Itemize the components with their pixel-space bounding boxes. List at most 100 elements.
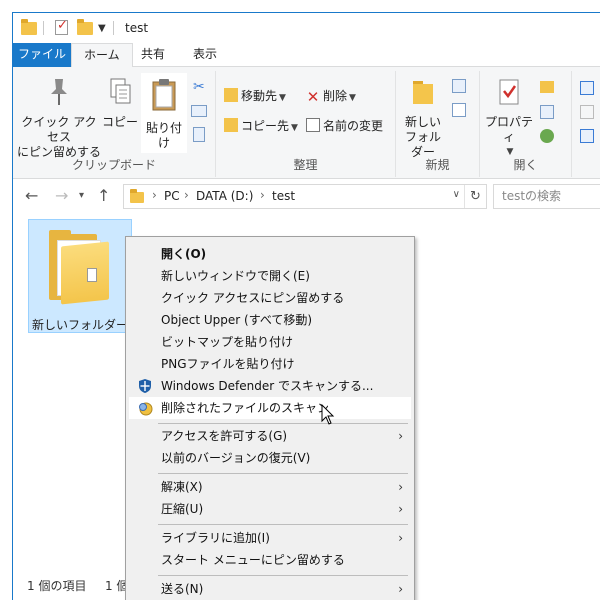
forward-arrow-icon[interactable]: → [55,186,68,205]
menu-item-paste-png[interactable]: PNGファイルを貼り付け [129,353,411,375]
menu-label: 削除されたファイルのスキャン [161,401,330,415]
pin-quick-access-button[interactable]: クイック アクセス にピン留めする [17,77,101,160]
tab-home[interactable]: ホーム [71,43,133,68]
new-folder-button[interactable]: 新しい フォルダー [400,77,446,160]
select-all-icon[interactable] [580,81,594,95]
refresh-icon[interactable]: ↻ [464,185,486,208]
menu-label: スタート メニューにピン留めする [161,553,345,567]
menu-item-defender-scan[interactable]: Windows Defender でスキャンする... [129,375,411,397]
copy-label: コピー [101,115,138,129]
new-folder-icon [413,81,433,104]
rename-button[interactable]: 名前の変更 [306,115,383,137]
menu-item-give-access[interactable]: アクセスを許可する(G) › [129,425,411,447]
address-dropdown-icon[interactable]: ∨ [453,189,460,200]
tab-share[interactable]: 共有 [129,43,177,67]
submenu-arrow-icon: › [398,531,403,545]
breadcrumb-drive[interactable]: DATA (D:) [196,189,253,203]
menu-label: Object Upper (すべて移動) [161,313,313,327]
menu-label: 解凍(X) [161,480,203,494]
menu-item-compress[interactable]: 圧縮(U) › [129,498,411,520]
folder-icon [130,189,144,203]
menu-item-send-to[interactable]: 送る(N) › [129,578,411,600]
delete-button[interactable]: ✕ 削除 ▼ [306,85,356,107]
history-icon[interactable] [540,129,554,143]
properties-label: プロパティ [484,115,533,144]
menu-item-open-new-window[interactable]: 新しいウィンドウで開く(E) [129,265,411,287]
move-to-label: 移動先 [241,89,278,103]
tab-view[interactable]: 表示 [181,43,229,67]
menu-label: 開く(O) [161,247,207,261]
submenu-arrow-icon: › [398,502,403,516]
address-row: ← → ▾ ↑ › PC › DATA (D:) › test ∨ ↻ test… [13,179,600,215]
open-folder-icon[interactable] [540,81,554,93]
clipboard-group: クイック アクセス にピン留めする コピー 貼り付け ✂ クリップボード [13,71,216,177]
menu-item-paste-bitmap[interactable]: ビットマップを貼り付け [129,331,411,353]
menu-item-pin-start[interactable]: スタート メニューにピン留めする [129,549,411,571]
recovery-scan-icon [139,402,153,416]
qa-dropdown-icon[interactable]: ▼ [98,23,106,34]
menu-item-scan-deleted[interactable]: 削除されたファイルのスキャン [129,397,411,419]
ribbon-tabs: ファイル ホーム 共有 表示 [13,43,600,68]
defender-shield-icon [139,379,151,393]
menu-item-pin-quick-access[interactable]: クイック アクセスにピン留めする [129,287,411,309]
menu-label: クイック アクセスにピン留めする [161,291,345,305]
move-to-icon [224,88,238,102]
edit-icon[interactable] [540,105,554,119]
folder-icon [21,19,37,35]
cut-icon[interactable]: ✂ [193,79,209,95]
up-arrow-icon[interactable]: ↑ [97,186,110,205]
submenu-arrow-icon: › [398,429,403,443]
menu-item-open[interactable]: 開く(O) [129,243,411,265]
copy-to-icon [224,118,238,132]
properties-button[interactable]: プロパティ ▼ [482,77,536,160]
menu-label: ビットマップを貼り付け [161,335,294,349]
organize-group-label: 整理 [293,158,318,172]
copy-to-button[interactable]: コピー先 ▼ [224,115,298,137]
item-count: 1 個の項目 [27,579,87,593]
move-to-button[interactable]: 移動先 ▼ [224,85,286,107]
easy-access-icon[interactable] [452,103,466,117]
copy-button[interactable]: コピー [101,77,139,130]
rename-label: 名前の変更 [323,119,384,133]
tab-file[interactable]: ファイル [13,43,71,67]
new-folder-qa-icon[interactable] [77,19,93,35]
recent-dropdown-icon[interactable]: ▾ [79,190,84,201]
delete-x-icon: ✕ [306,88,320,106]
new-folder-label: 新しい フォルダー [404,115,441,159]
select-group [572,71,600,177]
open-group-label: 開く [513,158,538,172]
select-none-icon[interactable] [580,105,594,119]
chevron-down-icon: ▼ [279,93,286,103]
menu-item-object-upper[interactable]: Object Upper (すべて移動) [129,309,411,331]
menu-label: 圧縮(U) [161,502,204,516]
menu-separator [158,524,408,525]
folder-large-icon [49,230,111,305]
breadcrumb-chevron-icon: › [260,188,265,202]
menu-item-restore-versions[interactable]: 以前のバージョンの復元(V) [129,447,411,469]
new-item-icon[interactable] [452,79,466,93]
window-title: test [125,21,149,35]
address-bar[interactable]: › PC › DATA (D:) › test ∨ ↻ [123,184,487,209]
menu-label: 以前のバージョンの復元(V) [161,451,311,465]
pin-label: クイック アクセス にピン留めする [17,115,102,159]
invert-selection-icon[interactable] [580,129,594,143]
clipboard-icon [152,79,176,111]
menu-separator [158,473,408,474]
paste-shortcut-icon[interactable] [193,127,205,142]
qa-separator [43,21,44,35]
open-group: プロパティ ▼ 開く [480,71,572,177]
search-input[interactable]: testの検索 [493,184,600,209]
copy-icon [110,78,131,104]
pin-icon [51,79,67,105]
list-item[interactable]: 新しいフォルダー [28,219,132,333]
menu-item-add-to-library[interactable]: ライブラリに追加(I) › [129,527,411,549]
properties-icon[interactable] [55,18,68,35]
breadcrumb-pc[interactable]: PC [164,189,180,203]
menu-item-extract[interactable]: 解凍(X) › [129,476,411,498]
item-label: 新しいフォルダー [31,318,128,332]
paste-button[interactable]: 貼り付け [141,73,187,153]
copy-path-icon[interactable] [191,105,207,117]
menu-label: 送る(N) [161,582,204,596]
breadcrumb-folder[interactable]: test [272,189,295,203]
back-arrow-icon[interactable]: ← [25,186,38,205]
